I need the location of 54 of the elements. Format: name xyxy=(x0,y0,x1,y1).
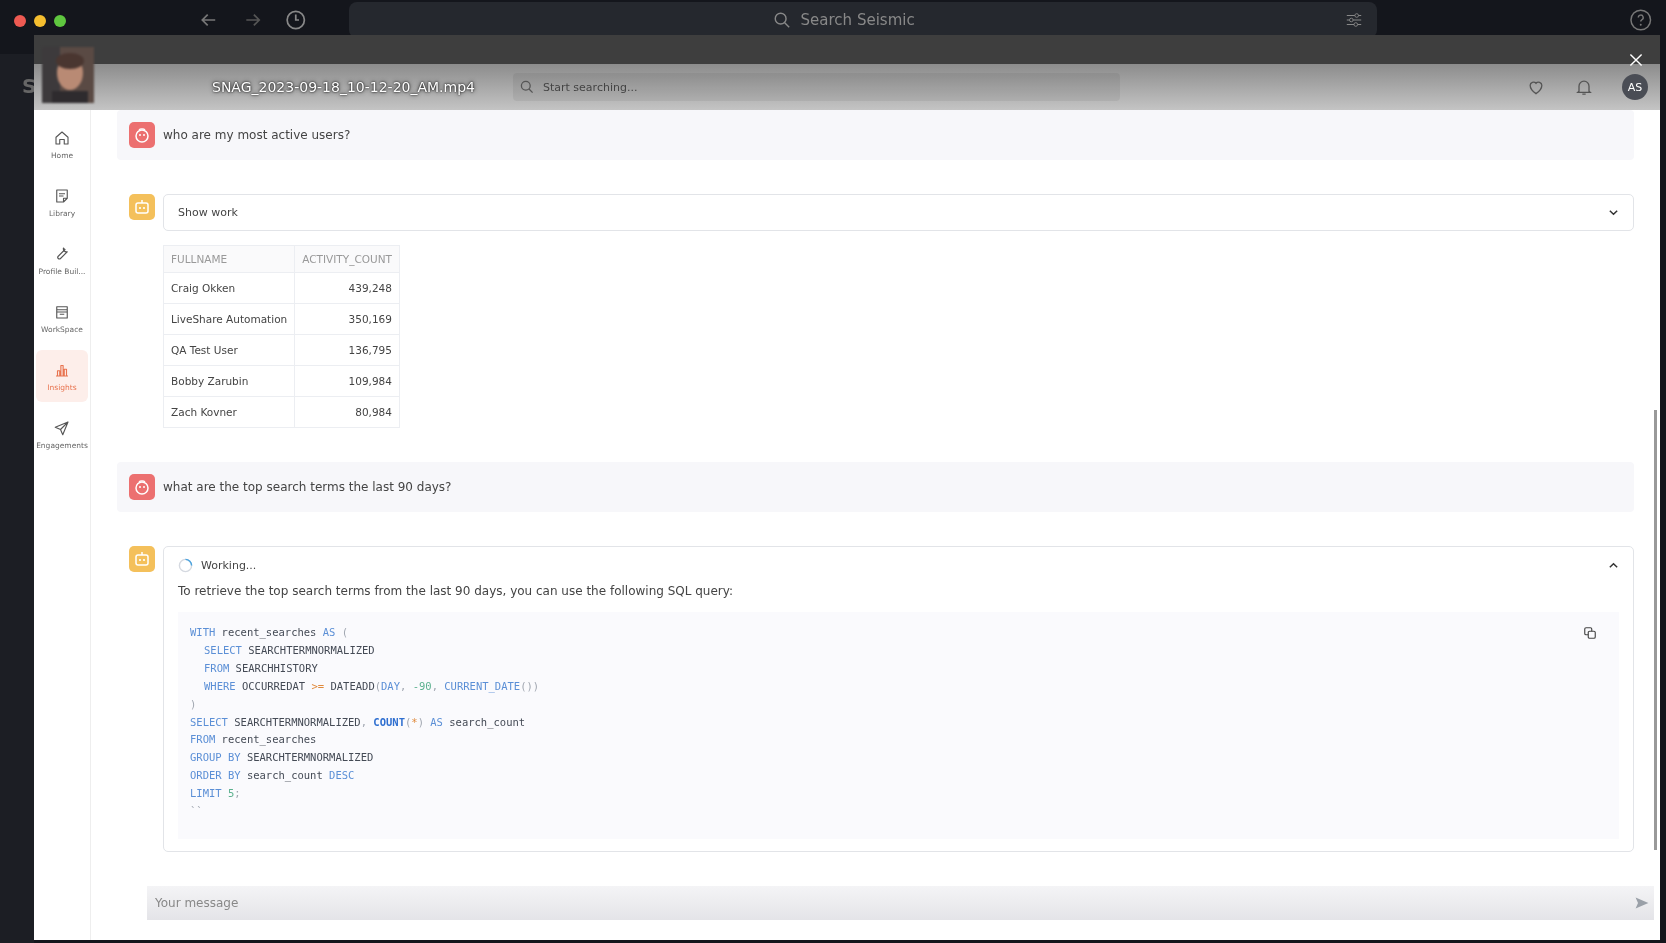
minimize-window-button[interactable] xyxy=(34,15,46,27)
robot-icon xyxy=(129,194,155,220)
send-icon[interactable] xyxy=(1634,895,1650,911)
filter-icon[interactable] xyxy=(1344,11,1363,29)
search-icon xyxy=(519,79,535,95)
table-cell: QA Test User xyxy=(163,334,295,366)
user-avatar[interactable]: AS xyxy=(1622,74,1648,100)
user-avatar-icon xyxy=(129,474,155,500)
chevron-up-icon xyxy=(1608,560,1619,571)
code-line: SELECT SEARCHTERMNORMALIZED, COUNT(*) AS search_count xyxy=(190,714,526,731)
code-line: FROM recent_searches xyxy=(190,732,317,748)
table-cell: 136,795 xyxy=(294,334,400,366)
table-cell: Zach Kovner xyxy=(163,396,295,428)
code-line: ORDER BY search_count DESC xyxy=(190,768,355,784)
chevron-down-icon xyxy=(1608,207,1619,218)
copy-icon[interactable] xyxy=(1583,626,1597,640)
code-line: ) xyxy=(190,696,197,712)
table-cell: Bobby Zarubin xyxy=(163,365,295,397)
question-text: what are the top search terms the last 90 days? xyxy=(163,480,452,494)
message-input[interactable]: Your message xyxy=(147,896,1634,910)
code-line: SELECT SEARCHTERMNORMALIZED xyxy=(203,642,375,658)
column-header: ACTIVITY_COUNT xyxy=(294,245,400,273)
paper-plane-icon xyxy=(53,418,71,437)
code-line: WHERE OCCURREDAT >= DATEADD(DAY, -90, CURRENT_DATE()) xyxy=(203,678,540,695)
help-icon[interactable] xyxy=(1628,8,1652,32)
code-line: WITH recent_searches AS ( xyxy=(190,625,349,641)
expand-toggle[interactable]: Show work xyxy=(164,195,1633,230)
search-field[interactable]: Start searching... xyxy=(513,73,1120,101)
close-icon[interactable] xyxy=(1628,52,1644,68)
code-line: `` xyxy=(190,804,203,820)
close-window-button[interactable] xyxy=(14,15,26,27)
user-avatar-icon xyxy=(129,122,155,148)
search-field[interactable]: Search Seismic xyxy=(348,2,1377,38)
message-field[interactable]: Your message xyxy=(147,886,1654,920)
question-text: who are my most active users? xyxy=(163,128,351,142)
video-filename: SNAG_2023-09-18_10-12-20_AM.mp4 xyxy=(212,79,475,95)
table-cell: 80,984 xyxy=(294,396,400,428)
history-icon[interactable] xyxy=(285,9,307,31)
table-cell: 439,248 xyxy=(294,272,400,304)
app-logo-letter: S xyxy=(22,74,37,98)
code-line: FROM SEARCHHISTORY xyxy=(203,660,318,676)
table-cell: LiveShare Automation xyxy=(163,303,295,335)
code-line: GROUP BY SEARCHTERMNORMALIZED xyxy=(190,750,374,766)
robot-icon xyxy=(129,546,155,572)
table-cell: 350,169 xyxy=(294,303,400,335)
table-cell: Craig Okken xyxy=(163,272,295,304)
expand-toggle[interactable]: Working... xyxy=(164,547,1633,584)
code-line: LIMIT 5; xyxy=(190,786,241,802)
search-icon xyxy=(772,11,791,29)
maximize-window-button[interactable] xyxy=(54,15,66,27)
document-icon xyxy=(53,186,71,205)
column-header: FULLNAME xyxy=(163,245,295,273)
table-cell: 109,984 xyxy=(294,365,400,397)
answer-text: To retrieve the top search terms from the last 90 days, you can use the following SQL query: xyxy=(178,584,735,598)
